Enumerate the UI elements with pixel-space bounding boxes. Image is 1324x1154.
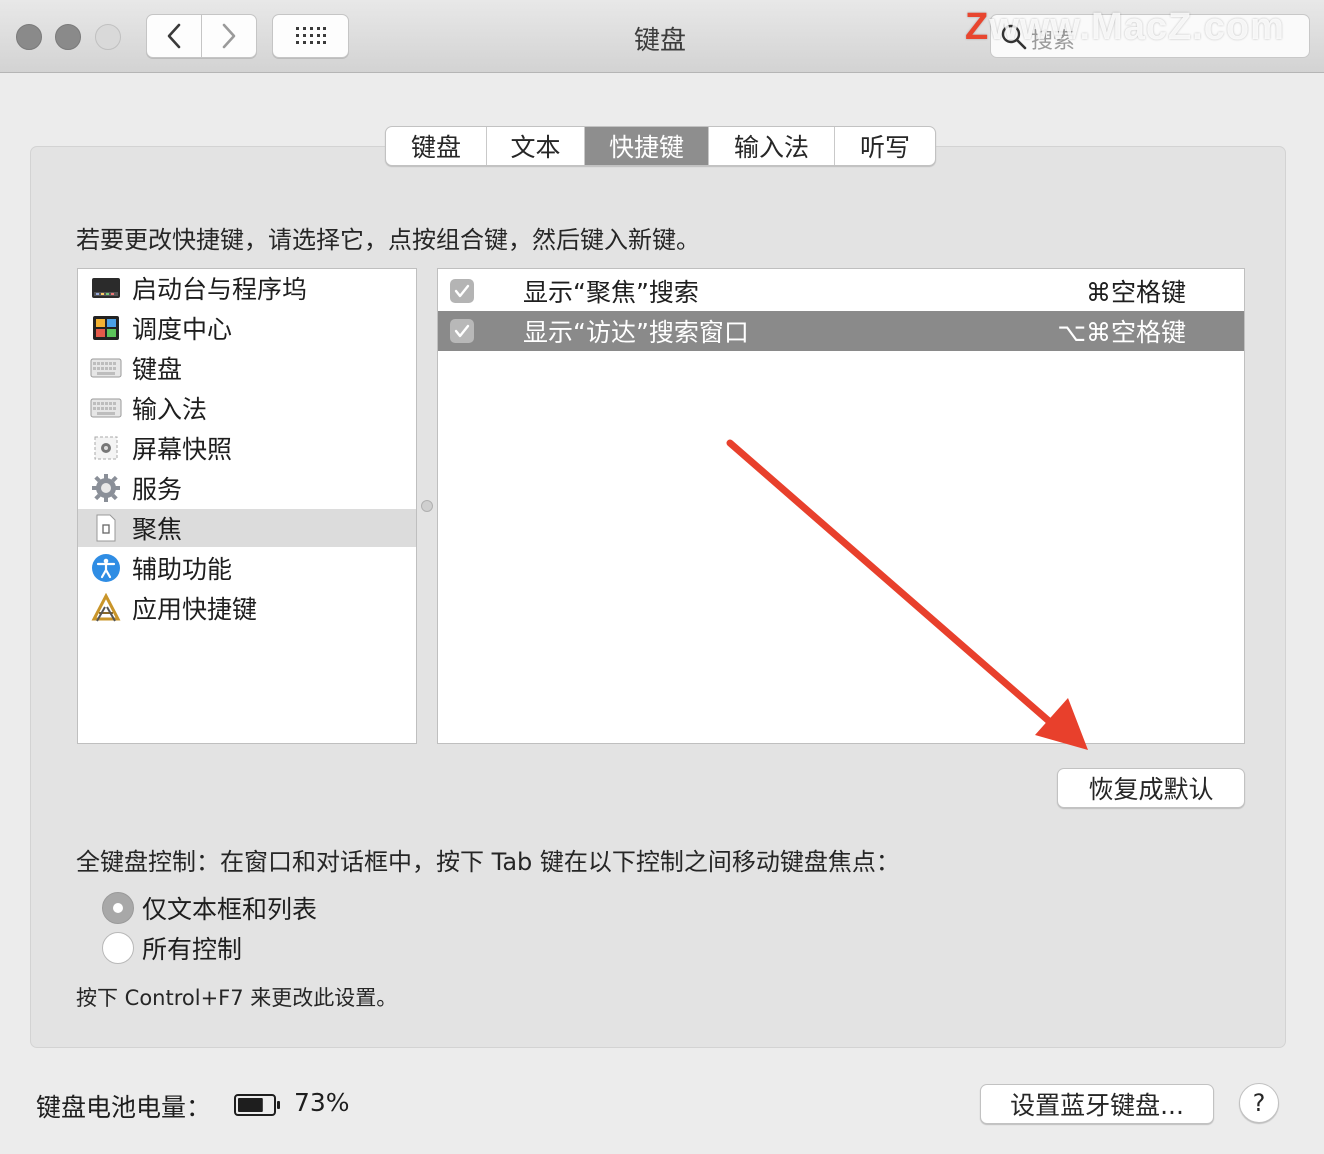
instruction-text: 若要更改快捷键，请选择它，点按组合键，然后键入新键。 (76, 226, 700, 254)
app-shortcuts-icon (90, 592, 122, 624)
accessibility-icon (90, 552, 122, 584)
checkmark-icon (454, 324, 470, 338)
tab-bar: 键盘 文本 快捷键 输入法 听写 (385, 126, 936, 166)
radio-all-controls[interactable]: 所有控制 (102, 932, 242, 964)
shortcut-name: 显示“聚焦”搜索 (523, 278, 699, 307)
category-item-app-shortcuts[interactable]: 应用快捷键 (78, 589, 416, 627)
show-all-button[interactable] (272, 14, 349, 58)
title-bar: 键盘 搜索 Zwww.MacZ.com (0, 0, 1324, 73)
radio-button[interactable] (102, 932, 134, 964)
shortcut-key[interactable]: ⌥⌘空格键 (1057, 313, 1186, 349)
chevron-left-icon (167, 23, 181, 49)
restore-defaults-button[interactable]: 恢复成默认 (1057, 768, 1245, 808)
launchpad-dock-icon (90, 272, 122, 304)
category-item-keyboard[interactable]: 键盘 (78, 349, 416, 387)
category-list[interactable]: 启动台与程序坞 调度中心 键盘 输入法 屏幕快照 服务 聚焦 辅助功能 应用快捷… (77, 268, 417, 744)
keyboard-battery-label: 键盘电池电量： (36, 1093, 212, 1122)
spotlight-icon (90, 512, 122, 544)
shortcut-row[interactable]: 显示“聚焦”搜索 ⌘空格键 (438, 271, 1244, 311)
grid-icon (295, 27, 326, 44)
mission-control-icon (90, 312, 122, 344)
radio-text-boxes-lists[interactable]: 仅文本框和列表 (102, 892, 317, 924)
minimize-window-button[interactable] (55, 24, 81, 50)
shortcut-key[interactable]: ⌘空格键 (1086, 273, 1186, 309)
tab-input-sources[interactable]: 输入法 (709, 127, 835, 165)
tab-shortcuts[interactable]: 快捷键 (585, 127, 709, 165)
gear-icon (90, 472, 122, 504)
screenshot-icon (90, 432, 122, 464)
battery-icon (234, 1094, 280, 1116)
full-keyboard-access-label: 全键盘控制：在窗口和对话框中，按下 Tab 键在以下控制之间移动键盘焦点： (76, 848, 900, 876)
category-item-mission-control[interactable]: 调度中心 (78, 309, 416, 347)
shortcut-checkbox[interactable] (450, 319, 474, 343)
battery-percent: 73% (294, 1088, 350, 1117)
radio-button-selected[interactable] (102, 892, 134, 924)
input-method-icon (90, 392, 122, 424)
split-view-handle[interactable] (421, 500, 433, 512)
tab-keyboard[interactable]: 键盘 (386, 127, 487, 165)
help-button[interactable]: ? (1239, 1083, 1279, 1123)
category-item-spotlight[interactable]: 聚焦 (78, 509, 416, 547)
category-item-accessibility[interactable]: 辅助功能 (78, 549, 416, 587)
forward-button[interactable] (201, 14, 257, 58)
control-f7-hint: 按下 Control+F7 来更改此设置。 (76, 986, 398, 1010)
tab-text[interactable]: 文本 (487, 127, 585, 165)
tab-dictation[interactable]: 听写 (835, 127, 935, 165)
watermark-logo: Zwww.MacZ.com (965, 6, 1285, 48)
set-up-bluetooth-keyboard-button[interactable]: 设置蓝牙键盘... (980, 1084, 1214, 1124)
shortcut-checkbox[interactable] (450, 279, 474, 303)
shortcut-name: 显示“访达”搜索窗口 (523, 318, 749, 347)
shortcut-list[interactable]: 显示“聚焦”搜索 ⌘空格键 显示“访达”搜索窗口 ⌥⌘空格键 (437, 268, 1245, 744)
category-item-services[interactable]: 服务 (78, 469, 416, 507)
shortcut-row-selected[interactable]: 显示“访达”搜索窗口 ⌥⌘空格键 (438, 311, 1244, 351)
category-item-input-sources[interactable]: 输入法 (78, 389, 416, 427)
close-window-button[interactable] (16, 24, 42, 50)
chevron-right-icon (222, 23, 236, 49)
category-item-screenshots[interactable]: 屏幕快照 (78, 429, 416, 467)
checkmark-icon (454, 284, 470, 298)
back-button[interactable] (146, 14, 202, 58)
zoom-window-button[interactable] (95, 24, 121, 50)
window-title: 键盘 (633, 26, 686, 56)
keyboard-icon (90, 352, 122, 384)
category-item-launchpad[interactable]: 启动台与程序坞 (78, 269, 416, 307)
